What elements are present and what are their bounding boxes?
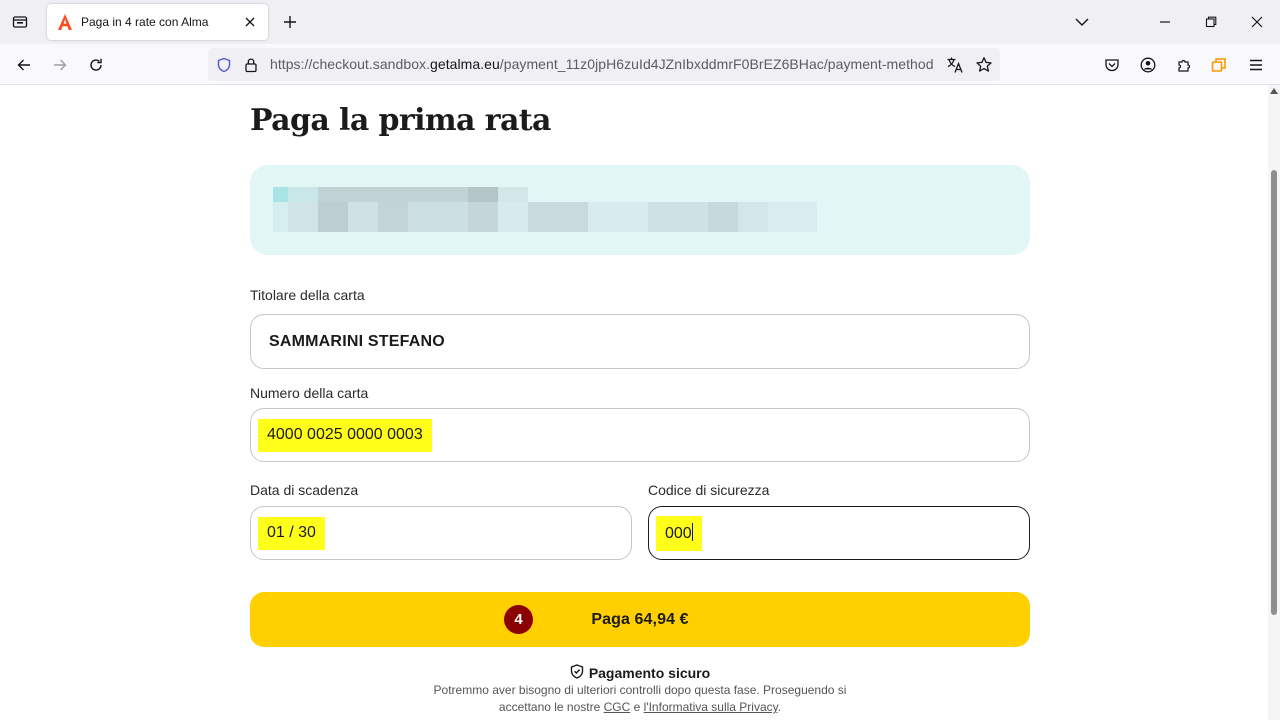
redacted-pixel-block — [468, 187, 498, 202]
scroll-up-arrow-icon[interactable] — [1270, 87, 1278, 95]
new-tab-icon[interactable] — [280, 12, 300, 32]
redacted-pixel-block — [468, 202, 498, 232]
installments-badge: 4 — [504, 605, 533, 634]
legal-text-post: . — [777, 700, 782, 714]
card-number-value: 4000 0025 0000 0003 — [258, 418, 432, 452]
lock-icon[interactable] — [242, 56, 260, 74]
redacted-pixel-block — [288, 187, 318, 202]
redacted-pixel-block — [648, 202, 708, 232]
bookmark-star-icon[interactable] — [975, 56, 993, 74]
redacted-pixel-block — [588, 202, 648, 232]
forward-icon[interactable] — [48, 53, 72, 77]
active-tab[interactable]: Paga in 4 rate con Alma — [47, 4, 268, 40]
close-window-icon[interactable] — [1245, 10, 1269, 34]
multi-account-containers-icon[interactable] — [1207, 53, 1231, 77]
translate-icon[interactable] — [946, 56, 964, 74]
privacy-policy-link[interactable]: l'Informativa sulla Privacy — [644, 700, 778, 714]
page-title: Paga la prima rata — [250, 103, 551, 138]
card-holder-label: Titolare della carta — [250, 287, 365, 303]
legal-notice: Potremmo aver bisogno di ulteriori contr… — [250, 682, 1030, 716]
redacted-pixel-block — [738, 202, 768, 232]
redacted-pixel-block — [288, 202, 318, 232]
cvc-input[interactable]: 000 — [648, 506, 1030, 560]
legal-line-1: Potremmo aver bisogno di ulteriori contr… — [433, 683, 847, 697]
cvc-value-wrap: 000 — [656, 515, 702, 551]
tab-bar: Paga in 4 rate con Alma — [0, 0, 1280, 44]
redacted-pixel-block — [708, 202, 738, 232]
secure-payment-label: Pagamento sicuro — [588, 665, 711, 681]
scrollbar-thumb[interactable] — [1271, 170, 1277, 615]
restore-icon[interactable] — [1199, 10, 1223, 34]
redacted-pixel-block — [498, 187, 528, 202]
tab-title: Paga in 4 rate con Alma — [81, 15, 209, 29]
url-bar[interactable]: https://checkout.sandbox.getalma.eu/paym… — [208, 48, 1000, 81]
firefox-view-icon[interactable] — [8, 10, 32, 34]
url-text[interactable]: https://checkout.sandbox.getalma.eu/paym… — [270, 56, 934, 72]
reload-icon[interactable] — [84, 53, 108, 77]
secure-payment: Pagamento sicuro — [250, 664, 1030, 682]
pay-button[interactable]: 4 Paga 64,94 € — [250, 592, 1030, 647]
redacted-pixel-block — [273, 187, 288, 202]
redacted-pixel-block — [318, 187, 468, 202]
redacted-pixel-block — [768, 202, 817, 232]
cvc-label: Codice di sicurezza — [648, 482, 770, 498]
url-path: /payment_11z0jpH6zuId4JZnIbxddmrF0BrEZ6B… — [499, 56, 934, 72]
text-caret — [691, 522, 693, 541]
pay-button-label: Paga 64,94 € — [591, 610, 689, 628]
payment-summary-card-redacted — [250, 165, 1030, 255]
expiry-value: 01 / 30 — [258, 516, 325, 550]
legal-text-mid: e — [630, 700, 644, 714]
card-holder-value: SAMMARINI STEFANO — [269, 332, 445, 350]
extensions-icon[interactable] — [1172, 53, 1196, 77]
list-all-tabs-icon[interactable] — [1072, 12, 1092, 32]
redacted-pixel-block — [528, 202, 588, 232]
redacted-pixel-block — [378, 202, 408, 232]
redacted-pixel-block — [408, 202, 468, 232]
vertical-scrollbar[interactable] — [1268, 85, 1280, 720]
legal-line-2: accettano le nostre CGC e l'Informativa … — [250, 699, 1030, 716]
redacted-pixel-block — [498, 202, 528, 232]
legal-text-pre: accettano le nostre — [498, 700, 604, 714]
redacted-pixel-block — [348, 202, 378, 232]
card-number-input[interactable]: 4000 0025 0000 0003 — [250, 408, 1030, 462]
card-number-label: Numero della carta — [250, 385, 369, 401]
cvc-value: 000 — [665, 524, 692, 542]
alma-logo-icon — [57, 14, 73, 30]
url-domain: getalma.eu — [430, 56, 500, 72]
account-icon[interactable] — [1136, 53, 1160, 77]
navigation-bar: https://checkout.sandbox.getalma.eu/paym… — [0, 44, 1280, 85]
redacted-pixel-block — [273, 202, 288, 232]
close-tab-icon[interactable] — [242, 14, 258, 30]
menu-icon[interactable] — [1244, 53, 1268, 77]
cgc-link[interactable]: CGC — [604, 700, 631, 714]
pocket-icon[interactable] — [1100, 53, 1124, 77]
tracking-protection-icon[interactable] — [215, 56, 233, 74]
card-holder-input[interactable]: SAMMARINI STEFANO — [250, 314, 1030, 369]
expiry-label: Data di scadenza — [250, 482, 359, 498]
back-icon[interactable] — [12, 53, 36, 77]
expiry-input[interactable]: 01 / 30 — [250, 506, 632, 560]
shield-check-icon — [570, 664, 584, 682]
url-prefix: https://checkout.sandbox. — [270, 56, 431, 72]
redacted-pixel-block — [318, 202, 348, 232]
minimize-icon[interactable] — [1153, 10, 1177, 34]
page-content: Paga la prima rata Titolare della carta … — [0, 85, 1268, 720]
